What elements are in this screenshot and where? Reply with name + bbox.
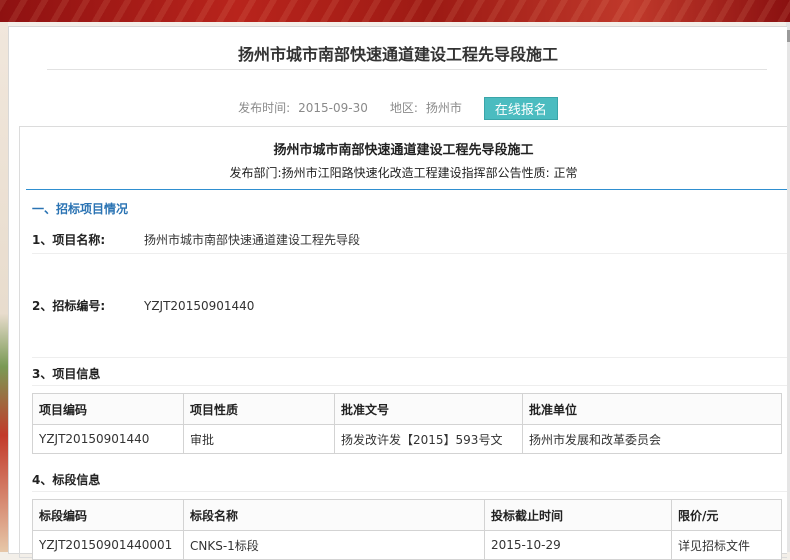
column-header: 批准单位 — [522, 393, 782, 425]
section-divider — [26, 189, 787, 190]
tender-number-label: 2、招标编号: — [32, 299, 106, 313]
table-cell: YZJT20150901440 — [32, 424, 184, 454]
region-label: 地区: — [389, 101, 418, 115]
project-name-row: 1、项目名称: 扬州市城市南部快速通道建设工程先导段 — [32, 231, 360, 248]
page-title: 扬州市城市南部快速通道建设工程先导段施工 — [237, 45, 558, 64]
project-info-heading: 3、项目信息 — [32, 367, 101, 381]
document-content: 扬州市城市南部快速通道建设工程先导段施工 发布部门:扬州市江阳路快速化改造工程建… — [19, 126, 787, 560]
row-divider — [32, 385, 787, 386]
top-banner — [0, 0, 790, 22]
document-subtitle: 发布部门:扬州市江阳路快速化改造工程建设指挥部公告性质: 正常 — [229, 166, 578, 180]
column-header: 标段名称 — [183, 499, 485, 531]
section-info-table: 标段编码 标段名称 投标截止时间 限价/元 YZJT20150901440001… — [32, 499, 782, 560]
column-header: 批准文号 — [334, 393, 523, 425]
row-divider — [32, 357, 787, 358]
column-header: 投标截止时间 — [484, 499, 672, 531]
table-row: YZJT20150901440 审批 扬发改许发【2015】593号文 扬州市发… — [32, 424, 782, 454]
section-heading-tender-project: 一、招标项目情况 — [32, 202, 129, 216]
project-name-label: 1、项目名称: — [32, 233, 106, 247]
column-header: 项目编码 — [32, 393, 184, 425]
tender-number-row: 2、招标编号: YZJT20150901440 — [32, 297, 254, 314]
table-cell: YZJT20150901440001 — [32, 530, 184, 560]
left-background-decoration — [0, 22, 8, 552]
row-divider — [32, 253, 787, 254]
publish-time-value: 2015-09-30 — [298, 101, 368, 115]
column-header: 项目性质 — [183, 393, 335, 425]
project-name-value: 扬州市城市南部快速通道建设工程先导段 — [144, 233, 361, 247]
meta-bar: 发布时间: 2015-09-30 地区: 扬州市 在线报名 — [9, 97, 787, 120]
table-cell: CNKS-1标段 — [183, 530, 485, 560]
table-cell: 详见招标文件 — [671, 530, 782, 560]
table-cell: 扬发改许发【2015】593号文 — [334, 424, 523, 454]
column-header: 限价/元 — [671, 499, 782, 531]
project-info-table: 项目编码 项目性质 批准文号 批准单位 YZJT20150901440 审批 扬… — [32, 393, 782, 454]
table-header-row: 项目编码 项目性质 批准文号 批准单位 — [32, 393, 782, 425]
table-cell: 2015-10-29 — [484, 530, 672, 560]
tender-number-value: YZJT20150901440 — [144, 299, 255, 313]
announcement-panel: 扬州市城市南部快速通道建设工程先导段施工 发布时间: 2015-09-30 地区: 扬… — [8, 26, 787, 560]
table-row: YZJT20150901440001 CNKS-1标段 2015-10-29 详… — [32, 530, 782, 560]
publish-time-label: 发布时间: — [238, 101, 291, 115]
region-value: 扬州市 — [425, 101, 462, 115]
section-info-heading: 4、标段信息 — [32, 473, 101, 487]
table-cell: 审批 — [183, 424, 335, 454]
table-cell: 扬州市发展和改革委员会 — [522, 424, 782, 454]
document-title: 扬州市城市南部快速通道建设工程先导段施工 — [273, 143, 534, 158]
online-signup-button[interactable]: 在线报名 — [483, 97, 558, 120]
title-divider — [47, 69, 767, 70]
row-divider — [32, 491, 787, 492]
table-header-row: 标段编码 标段名称 投标截止时间 限价/元 — [32, 499, 782, 531]
column-header: 标段编码 — [32, 499, 184, 531]
